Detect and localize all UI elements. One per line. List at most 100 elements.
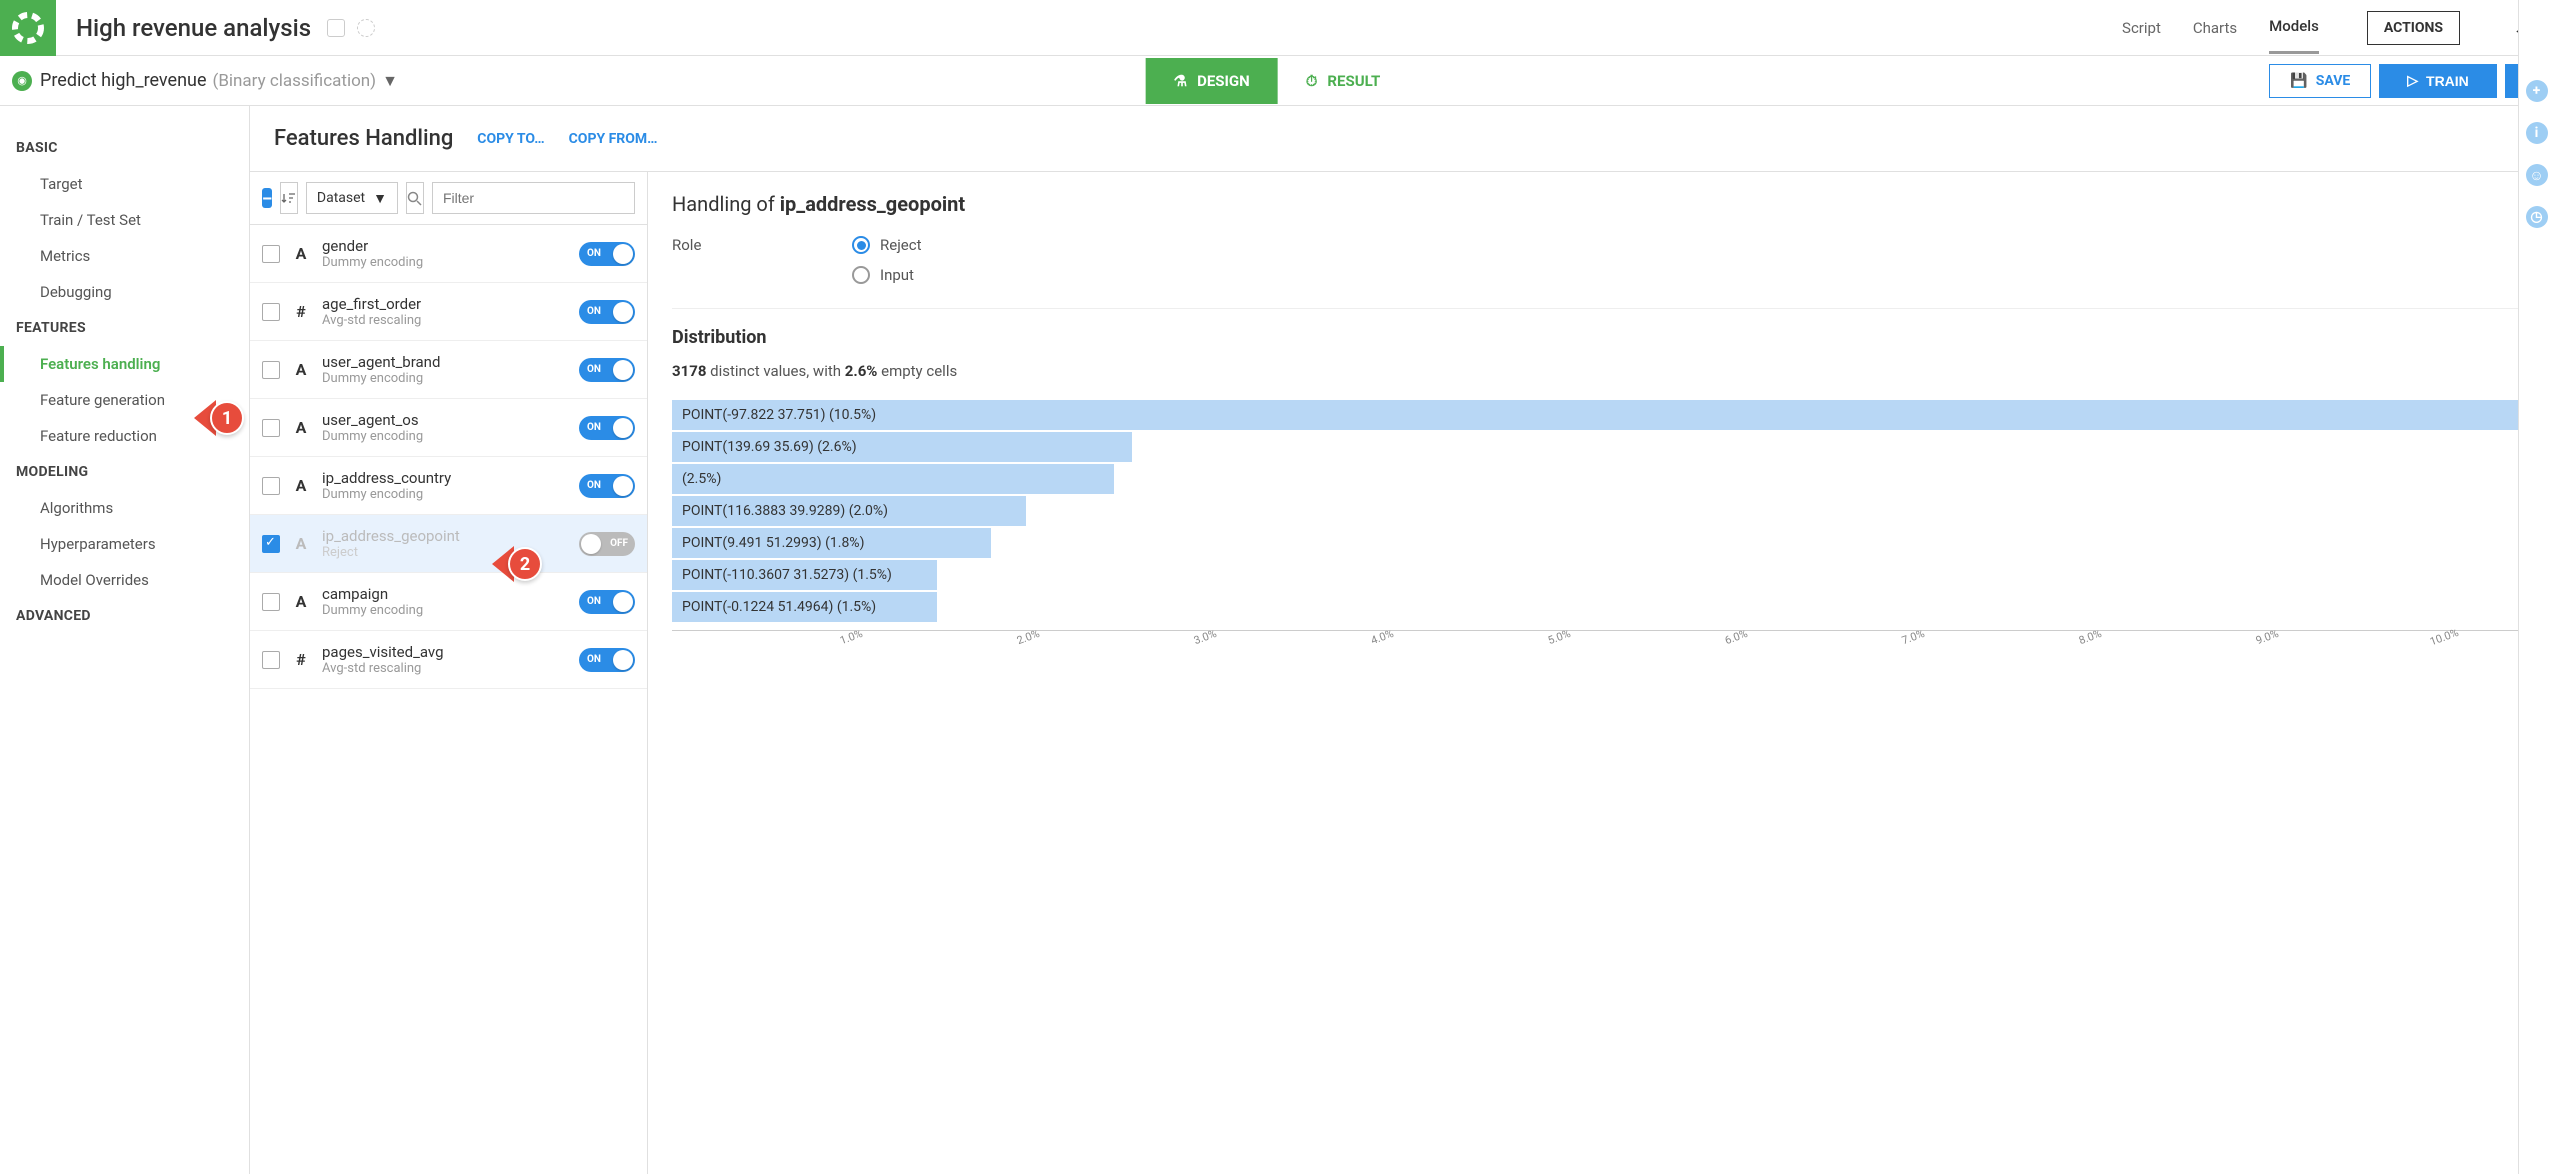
search-icon [407, 191, 422, 206]
feature-toggle[interactable]: ON [579, 416, 635, 440]
dist-bar-label: POINT(139.69 35.69) (2.6%) [682, 439, 857, 455]
toggle-label: ON [587, 596, 601, 607]
feature-name: age_first_order [322, 295, 567, 313]
feature-checkbox[interactable] [262, 535, 280, 553]
feature-method: Dummy encoding [322, 487, 567, 502]
distribution-axis: 1.0%2.0%3.0%4.0%5.0%6.0%7.0%8.0%9.0%10.0… [672, 630, 2530, 660]
feature-row-age_first_order[interactable]: # age_first_orderAvg-std rescaling ON [250, 283, 647, 341]
feature-row-ip_address_country[interactable]: Aip_address_countryDummy encodingON [250, 457, 647, 515]
dist-axis-tick: 6.0% [1723, 627, 1749, 647]
feature-checkbox[interactable] [262, 593, 280, 611]
nav-models[interactable]: Models [2269, 1, 2319, 54]
copy-icon[interactable] [327, 19, 345, 37]
feature-checkbox[interactable] [262, 651, 280, 669]
rail-plus-icon[interactable]: + [2526, 80, 2548, 102]
search-button[interactable] [406, 182, 424, 214]
feature-type-icon: # [292, 302, 310, 321]
empty-pct: 2.6% [845, 362, 878, 380]
sidebar-item-target[interactable]: Target [0, 166, 249, 202]
feature-labels: campaignDummy encoding [322, 585, 567, 618]
feature-checkbox[interactable] [262, 477, 280, 495]
feature-toggle[interactable]: ON [579, 300, 635, 324]
detail-feature-name: ip_address_geopoint [780, 192, 965, 216]
dist-axis-tick: 8.0% [2077, 627, 2103, 647]
model-name: Predict high_revenue [40, 70, 207, 91]
dist-axis-tick: 1.0% [838, 627, 864, 647]
sidebar-item-algorithms[interactable]: Algorithms [0, 490, 249, 526]
train-button[interactable]: ▷ TRAIN [2379, 64, 2497, 98]
dist-bar-row: (2.5%) [672, 464, 2530, 494]
nav-charts[interactable]: Charts [2193, 3, 2237, 53]
feature-checkbox[interactable] [262, 361, 280, 379]
copy-from-button[interactable]: COPY FROM… [569, 131, 658, 147]
feature-row-user_agent_os[interactable]: Auser_agent_osDummy encoding ON [250, 399, 647, 457]
dist-bar-label: (2.5%) [682, 471, 721, 487]
feature-method: Dummy encoding [322, 371, 567, 386]
feature-checkbox[interactable] [262, 245, 280, 263]
toggle-label: ON [587, 422, 601, 433]
feature-toggle[interactable]: ON [579, 648, 635, 672]
sidebar-item-hyperparameters[interactable]: Hyperparameters [0, 526, 249, 562]
save-button[interactable]: 💾 SAVE [2269, 64, 2371, 98]
nav-script[interactable]: Script [2122, 3, 2161, 53]
result-tab[interactable]: ⏱ RESULT [1278, 58, 1409, 104]
feature-row-pages_visited_avg[interactable]: #pages_visited_avgAvg-std rescalingON [250, 631, 647, 689]
feature-toggle[interactable]: ON [579, 242, 635, 266]
toggle-label: ON [587, 654, 601, 665]
callout-2: 2 [492, 546, 542, 582]
page-title: High revenue analysis [76, 14, 311, 42]
distribution-title: Distribution [672, 308, 2530, 348]
sort-icon [281, 190, 297, 206]
feature-toggle[interactable]: ON [579, 590, 635, 614]
rail-history-icon[interactable]: ◷ [2526, 206, 2548, 228]
detail-title: Handling of ip_address_geopoint [672, 192, 2530, 216]
role-option-reject[interactable]: Reject [852, 236, 922, 254]
top-header: High revenue analysis Script Charts Mode… [0, 0, 2554, 56]
sidebar-item-model-overrides[interactable]: Model Overrides [0, 562, 249, 598]
sidebar-item-features-handling[interactable]: Features handling [0, 346, 249, 382]
design-tab[interactable]: ⚗ DESIGN [1146, 58, 1278, 104]
design-label: DESIGN [1197, 72, 1250, 90]
feature-toggle[interactable]: ON [579, 474, 635, 498]
feature-type-icon: A [292, 418, 310, 437]
sort-button[interactable] [280, 182, 298, 214]
feature-row-campaign[interactable]: AcampaignDummy encodingON [250, 573, 647, 631]
feature-toggle[interactable]: ON [579, 358, 635, 382]
filter-input[interactable] [432, 182, 635, 214]
features-toolbar: – Dataset ▼ [250, 172, 647, 225]
radio-label: Input [880, 266, 914, 284]
features-list: – Dataset ▼ AgenderDummy encodingON#age_… [250, 172, 648, 1174]
refresh-icon[interactable] [357, 19, 375, 37]
rail-info-icon[interactable]: i [2526, 122, 2548, 144]
distribution-summary: 3178 distinct values, with 2.6% empty ce… [672, 362, 2530, 380]
rail-chat-icon[interactable]: ☺ [2526, 164, 2548, 186]
feature-checkbox[interactable] [262, 419, 280, 437]
feature-checkbox[interactable] [262, 303, 280, 321]
role-option-input[interactable]: Input [852, 266, 922, 284]
sidebar-item-metrics[interactable]: Metrics [0, 238, 249, 274]
dist-bar-row: POINT(-97.822 37.751) (10.5%) [672, 400, 2530, 430]
detail-panel: Handling of ip_address_geopoint Role Rej… [648, 172, 2554, 1174]
toggle-knob [613, 592, 633, 612]
chevron-down-icon: ▼ [373, 190, 387, 207]
select-all-checkbox[interactable]: – [262, 188, 272, 208]
copy-to-button[interactable]: COPY TO… [477, 131, 544, 147]
feature-labels: user_agent_osDummy encoding [322, 411, 567, 444]
model-type: (Binary classification) [213, 71, 377, 91]
feature-row-user_agent_brand[interactable]: Auser_agent_brandDummy encodingON [250, 341, 647, 399]
feature-labels: pages_visited_avgAvg-std rescaling [322, 643, 567, 676]
dataset-select[interactable]: Dataset ▼ [306, 182, 398, 214]
feature-row-ip_address_geopoint[interactable]: Aip_address_geopointRejectOFF [250, 515, 647, 573]
sidebar-item-debugging[interactable]: Debugging [0, 274, 249, 310]
content-title: Features Handling [274, 126, 453, 151]
model-dropdown-icon[interactable]: ▼ [382, 71, 398, 91]
feature-toggle[interactable]: OFF [579, 532, 635, 556]
feature-row-gender[interactable]: AgenderDummy encodingON [250, 225, 647, 283]
train-label: TRAIN [2426, 73, 2469, 89]
logo[interactable] [0, 0, 56, 56]
toggle-label: OFF [610, 538, 628, 549]
actions-button[interactable]: ACTIONS [2367, 11, 2460, 45]
sidebar-item-train-test-set[interactable]: Train / Test Set [0, 202, 249, 238]
feature-labels: age_first_orderAvg-std rescaling [322, 295, 567, 328]
feature-name: gender [322, 237, 567, 255]
